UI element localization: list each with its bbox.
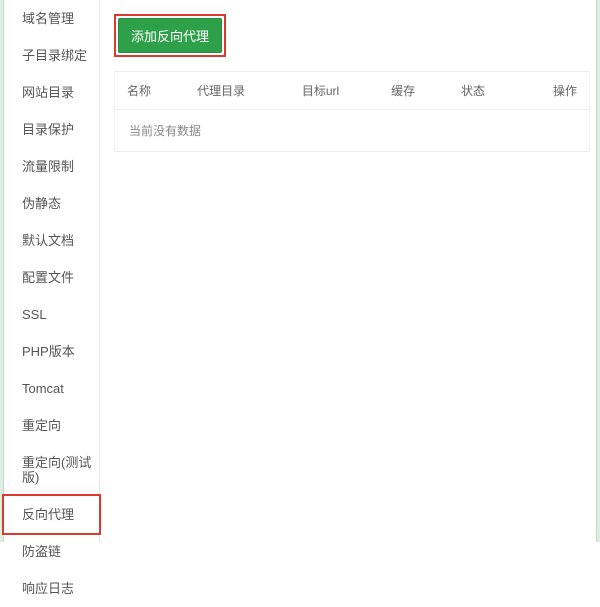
layout: 域名管理 子目录绑定 网站目录 目录保护 流量限制 伪静态 默认文档 配置文件 …	[4, 0, 600, 542]
sidebar-item-subdir-bind[interactable]: 子目录绑定	[4, 37, 99, 74]
sidebar-item-label: 配置文件	[22, 270, 74, 285]
sidebar-item-label: SSL	[22, 307, 47, 322]
sidebar-item-dir-protect[interactable]: 目录保护	[4, 111, 99, 148]
proxy-table: 名称 代理目录 目标url 缓存 状态 操作 当前没有数据	[114, 71, 590, 152]
col-proxy-dir: 代理目录	[185, 72, 290, 110]
sidebar-item-label: 子目录绑定	[22, 48, 87, 63]
sidebar-item-label: 默认文档	[22, 233, 74, 248]
sidebar-item-tomcat[interactable]: Tomcat	[4, 370, 99, 407]
col-name: 名称	[115, 72, 186, 110]
empty-text: 当前没有数据	[115, 110, 590, 152]
sidebar-item-traffic-limit[interactable]: 流量限制	[4, 148, 99, 185]
sidebar-item-php-version[interactable]: PHP版本	[4, 333, 99, 370]
sidebar: 域名管理 子目录绑定 网站目录 目录保护 流量限制 伪静态 默认文档 配置文件 …	[4, 0, 100, 542]
col-target-url: 目标url	[290, 72, 379, 110]
col-status: 状态	[449, 72, 519, 110]
sidebar-item-label: 网站目录	[22, 85, 74, 100]
sidebar-item-label: 域名管理	[22, 11, 74, 26]
sidebar-item-redirect[interactable]: 重定向	[4, 407, 99, 444]
sidebar-item-label: 反向代理	[22, 507, 74, 522]
sidebar-item-label: 响应日志	[22, 581, 74, 596]
sidebar-item-redirect-beta[interactable]: 重定向(测试版)	[4, 444, 99, 496]
table-header-row: 名称 代理目录 目标url 缓存 状态 操作	[115, 72, 590, 110]
sidebar-item-pseudo-static[interactable]: 伪静态	[4, 185, 99, 222]
sidebar-item-label: 重定向	[22, 418, 61, 433]
sidebar-item-label: 目录保护	[22, 122, 74, 137]
sidebar-item-label: 重定向(测试版)	[22, 455, 91, 485]
sidebar-item-reverse-proxy[interactable]: 反向代理	[2, 494, 101, 535]
sidebar-item-response-log[interactable]: 响应日志	[4, 570, 99, 607]
sidebar-item-ssl[interactable]: SSL	[4, 296, 99, 333]
table-empty-row: 当前没有数据	[115, 110, 590, 152]
sidebar-item-label: PHP版本	[22, 344, 75, 359]
sidebar-item-label: 伪静态	[22, 196, 61, 211]
col-action: 操作	[519, 72, 590, 110]
col-cache: 缓存	[379, 72, 449, 110]
add-button-highlight: 添加反向代理	[114, 14, 226, 57]
sidebar-item-site-dir[interactable]: 网站目录	[4, 74, 99, 111]
add-reverse-proxy-button[interactable]: 添加反向代理	[118, 18, 222, 53]
sidebar-item-default-doc[interactable]: 默认文档	[4, 222, 99, 259]
sidebar-item-label: Tomcat	[22, 381, 64, 396]
main-content: 添加反向代理 名称 代理目录 目标url 缓存 状态 操作 当前没有数据	[100, 0, 600, 542]
sidebar-item-hotlink-protect[interactable]: 防盗链	[4, 533, 99, 570]
sidebar-item-config-file[interactable]: 配置文件	[4, 259, 99, 296]
sidebar-item-label: 流量限制	[22, 159, 74, 174]
sidebar-item-domain-manage[interactable]: 域名管理	[4, 0, 99, 37]
sidebar-item-label: 防盗链	[22, 544, 61, 559]
